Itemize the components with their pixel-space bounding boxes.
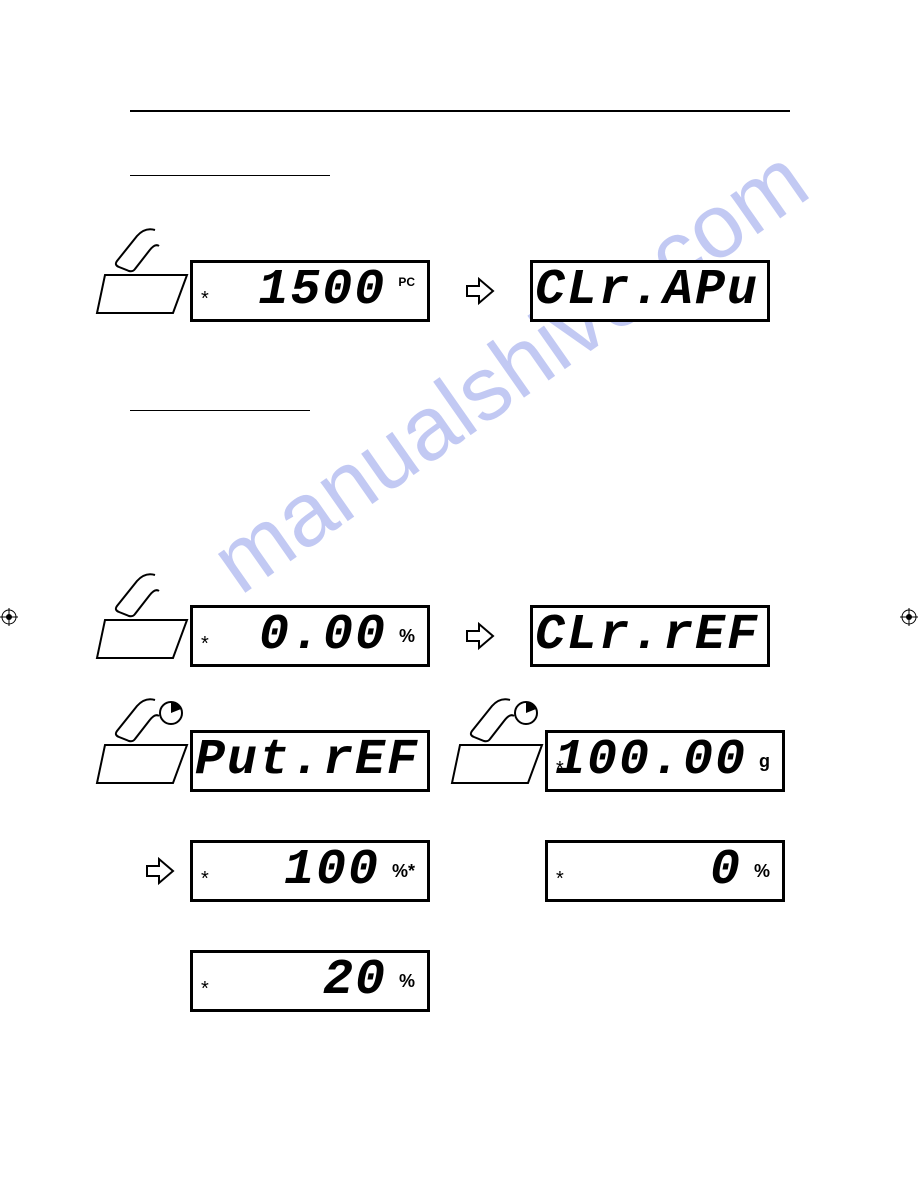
keypress-icon — [95, 570, 195, 660]
star-icon: * — [556, 759, 564, 779]
star-icon: * — [201, 634, 209, 654]
lcd-unit: %* — [392, 861, 415, 882]
lcd-value: 20 — [323, 956, 393, 1006]
lcd-clr-apu: CLr.APu — [530, 260, 770, 322]
lcd-unit: PC — [398, 275, 415, 289]
lcd-unit: % — [399, 626, 415, 647]
lcd-value: 1500 — [258, 266, 392, 316]
registration-mark-icon — [900, 608, 918, 626]
lcd-put-ref: Put.rEF — [190, 730, 430, 792]
lcd-value: 100 — [284, 846, 386, 896]
arrow-right-icon — [145, 856, 175, 886]
section-underline-2 — [130, 410, 310, 411]
divider-top — [130, 110, 790, 112]
lcd-value: 0 — [710, 846, 748, 896]
star-icon: * — [201, 289, 209, 309]
arrow-right-icon — [465, 621, 495, 651]
lcd-unit: % — [399, 971, 415, 992]
star-icon: * — [201, 979, 209, 999]
page: manualshive.com * 1500 PC CLr.APu * 0.00… — [0, 0, 918, 1188]
lcd-20-pct: * 20 % — [190, 950, 430, 1012]
lcd-100-pct: * 100 %* — [190, 840, 430, 902]
lcd-value: CLr.APu — [535, 266, 765, 316]
hold-pie-icon — [158, 700, 184, 726]
lcd-0-00-pct: * 0.00 % — [190, 605, 430, 667]
lcd-0-pct: * 0 % — [545, 840, 785, 902]
arrow-right-icon — [465, 276, 495, 306]
lcd-1500-pc: * 1500 PC — [190, 260, 430, 322]
keypress-icon — [95, 225, 195, 315]
lcd-value: CLr.rEF — [535, 611, 765, 661]
watermark: manualshive.com — [194, 129, 826, 615]
star-icon: * — [556, 869, 564, 889]
lcd-clr-ref: CLr.rEF — [530, 605, 770, 667]
lcd-value: 100.00 — [555, 736, 753, 786]
lcd-unit: g — [759, 751, 770, 772]
star-icon: * — [201, 869, 209, 889]
lcd-value: Put.rEF — [195, 736, 425, 786]
lcd-unit: % — [754, 861, 770, 882]
lcd-value: 0.00 — [259, 611, 393, 661]
hold-pie-icon — [513, 700, 539, 726]
section-underline-1 — [130, 175, 330, 176]
lcd-100-00-g: * 100.00 g — [545, 730, 785, 792]
registration-mark-icon — [0, 608, 18, 626]
